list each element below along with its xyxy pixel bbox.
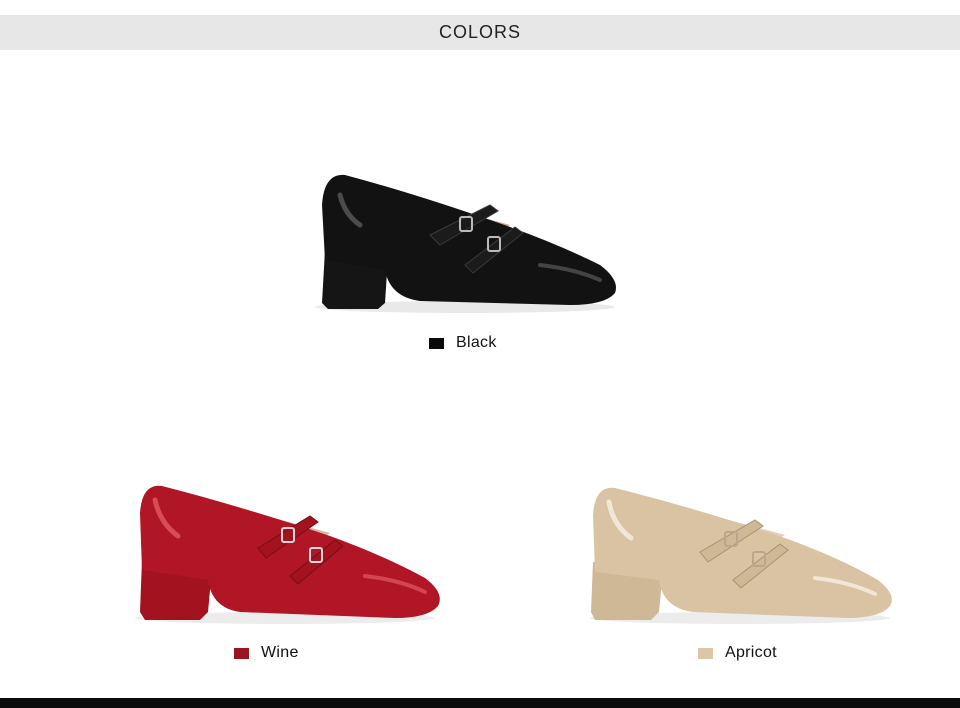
color-label-apricot: Apricot [725,644,777,661]
color-label-black: Black [456,334,497,351]
color-option-black[interactable]: Black [429,334,497,352]
color-label-wine: Wine [261,644,299,661]
shoe-apricot-illustration [590,487,892,624]
apricot-swatch [698,647,713,659]
product-image-wine[interactable] [120,478,450,628]
black-swatch [429,337,444,349]
wine-swatch [234,647,249,659]
shoe-black-illustration [315,174,616,313]
product-image-black[interactable] [300,165,630,320]
section-header-bar: COLORS [0,15,960,50]
color-option-apricot[interactable]: Apricot [698,644,777,662]
shoe-wine-illustration [135,485,440,624]
color-option-wine[interactable]: Wine [234,644,299,662]
product-image-apricot[interactable] [575,480,905,630]
section-title: COLORS [438,22,522,42]
bottom-divider-bar [0,698,960,708]
